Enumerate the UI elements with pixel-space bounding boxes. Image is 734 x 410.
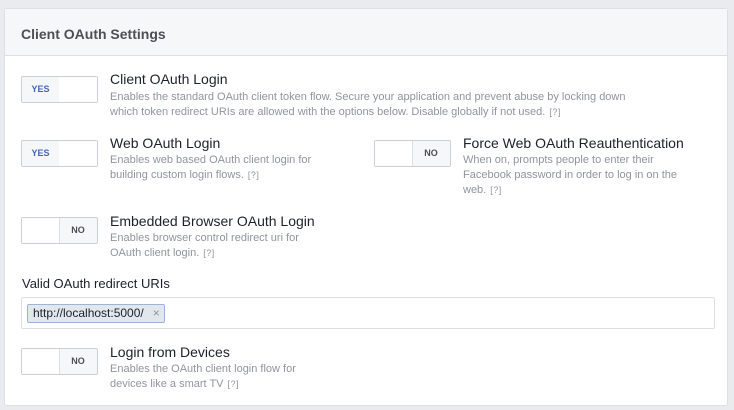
description-line: devices like a smart TV [110, 378, 224, 390]
client-oauth-login-toggle[interactable]: YES [21, 76, 98, 103]
force-web-oauth-reauth-title: Force Web OAuth Reauthentication [463, 135, 684, 151]
help-link[interactable]: [?] [490, 185, 502, 195]
description-line: Enables web based OAuth client login for [110, 154, 312, 166]
client-oauth-settings-panel: Client OAuth Settings YES Client OAuth L… [4, 8, 728, 406]
embedded-browser-oauth-title: Embedded Browser OAuth Login [110, 213, 315, 229]
web-oauth-login-title: Web OAuth Login [110, 135, 221, 151]
description-line: Facebook password in order to log in on … [463, 169, 678, 181]
login-from-devices-description: Enables the OAuth client login flow for … [110, 362, 360, 392]
toggle-state-label: NO [71, 225, 85, 235]
embedded-browser-oauth-toggle[interactable]: NO [21, 217, 98, 244]
toggle-state-label: NO [424, 148, 438, 158]
toggle-state-label: YES [22, 77, 60, 102]
help-link[interactable]: [?] [248, 170, 260, 180]
toggle-knob [22, 349, 60, 374]
redirect-uri-chip-text: http://localhost:5000/ [33, 306, 144, 320]
web-oauth-login-toggle[interactable]: YES [21, 140, 98, 167]
help-link[interactable]: [?] [203, 248, 215, 258]
toggle-knob [22, 218, 60, 243]
description-line: web. [463, 184, 487, 196]
redirect-uri-chip: http://localhost:5000/ × [27, 304, 165, 323]
client-oauth-login-description: Enables the standard OAuth client token … [110, 90, 710, 120]
redirect-uris-input[interactable]: http://localhost:5000/ × [21, 297, 715, 329]
force-web-oauth-reauth-toggle[interactable]: NO [374, 140, 451, 167]
toggle-state-label: NO [71, 356, 85, 366]
client-oauth-login-title: Client OAuth Login [110, 71, 228, 87]
panel-header: Client OAuth Settings [5, 9, 727, 56]
embedded-browser-oauth-description: Enables browser control redirect uri for… [110, 231, 360, 261]
toggle-state-label: YES [22, 141, 60, 166]
help-link[interactable]: [?] [549, 107, 561, 117]
description-line: which token redirect URIs are allowed wi… [110, 106, 546, 118]
remove-chip-icon[interactable]: × [153, 305, 160, 322]
web-oauth-login-description: Enables web based OAuth client login for… [110, 153, 360, 183]
help-link[interactable]: [?] [228, 379, 240, 389]
toggle-knob [59, 141, 97, 166]
description-line: Enables the standard OAuth client token … [110, 91, 626, 103]
description-line: Enables browser control redirect uri for [110, 232, 299, 244]
redirect-uris-label: Valid OAuth redirect URIs [22, 276, 170, 291]
description-line: building custom login flows. [110, 169, 244, 181]
login-from-devices-title: Login from Devices [110, 344, 230, 360]
force-web-oauth-reauth-description: When on, prompts people to enter their F… [463, 153, 718, 198]
description-line: Enables the OAuth client login flow for [110, 363, 296, 375]
panel-title: Client OAuth Settings [21, 26, 166, 42]
toggle-knob [375, 141, 413, 166]
description-line: OAuth client login. [110, 247, 200, 259]
toggle-knob [59, 77, 97, 102]
login-from-devices-toggle[interactable]: NO [21, 348, 98, 375]
description-line: When on, prompts people to enter their [463, 154, 654, 166]
